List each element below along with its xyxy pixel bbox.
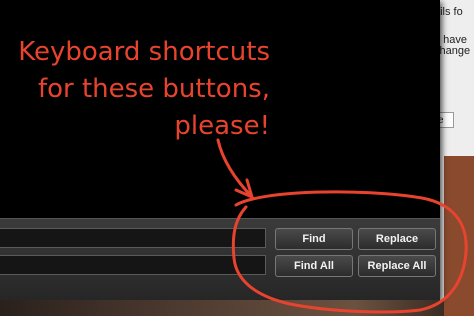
- find-field[interactable]: [0, 228, 266, 248]
- background-desktop-strip: [0, 300, 444, 316]
- annotation-line: please!: [174, 111, 270, 141]
- find-button[interactable]: Find: [275, 228, 353, 250]
- find-replace-bar: Find Replace Find All Replace All: [0, 218, 440, 301]
- annotation-text: Keyboard shortcuts for these buttons, pl…: [18, 34, 270, 145]
- find-all-button[interactable]: Find All: [275, 255, 353, 277]
- annotation-line: for these buttons,: [37, 74, 270, 104]
- replace-field[interactable]: [0, 255, 266, 275]
- replace-all-button[interactable]: Replace All: [358, 255, 436, 277]
- replace-button[interactable]: Replace: [358, 228, 436, 250]
- background-desktop: [444, 156, 474, 316]
- annotation-line: Keyboard shortcuts: [18, 37, 270, 67]
